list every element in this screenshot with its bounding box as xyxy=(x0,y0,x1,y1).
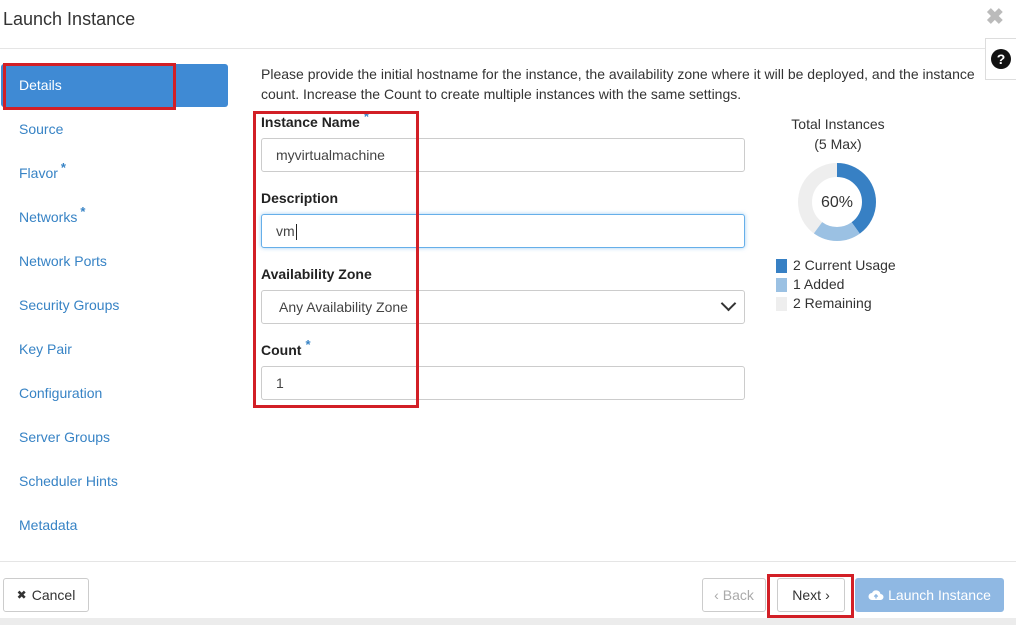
close-icon[interactable]: ✖ xyxy=(986,4,1004,30)
sidebar-item-label: Metadata xyxy=(19,517,78,533)
legend-label: 2 Remaining xyxy=(793,295,872,311)
max-line: (5 Max) xyxy=(814,136,862,152)
next-button[interactable]: Next › xyxy=(777,578,845,612)
chevron-left-icon: ‹ xyxy=(714,587,719,603)
required-asterisk: * xyxy=(80,204,86,219)
description-label: Description xyxy=(261,190,339,206)
required-asterisk: * xyxy=(60,160,66,175)
instances-donut-chart: 60% xyxy=(798,163,876,241)
sidebar-item-label: Details xyxy=(19,77,62,93)
button-label: Next xyxy=(792,587,822,603)
legend-label: 2 Current Usage xyxy=(793,257,896,273)
description-input[interactable]: vm xyxy=(261,214,745,248)
legend-swatch xyxy=(776,277,787,292)
chevron-right-icon: › xyxy=(825,587,830,603)
close-icon: ✖ xyxy=(16,588,27,602)
input-value: myvirtualmachine xyxy=(276,147,385,163)
wizard-sidebar: Details Source Flavor * Networks * Network… xyxy=(0,64,230,547)
input-value: vm xyxy=(276,223,295,239)
button-label: Launch Instance xyxy=(888,587,991,603)
back-button[interactable]: ‹ Back xyxy=(702,578,766,612)
launch-instance-button[interactable]: Launch Instance xyxy=(855,578,1004,612)
modal-header: Launch Instance ✖ xyxy=(0,0,1016,49)
sidebar-item-label: Scheduler Hints xyxy=(19,473,118,489)
required-asterisk: * xyxy=(305,337,311,352)
text-caret xyxy=(295,224,297,241)
sidebar-item-label: Server Groups xyxy=(19,429,111,445)
sidebar-item-label: Configuration xyxy=(19,385,103,401)
sidebar-item-label: Network Ports xyxy=(19,253,107,269)
sidebar-item-metadata[interactable]: Metadata xyxy=(0,503,230,547)
legend-item: 1 Added xyxy=(776,275,896,294)
instance-name-input[interactable]: myvirtualmachine xyxy=(261,138,745,172)
intro-text: Please provide the initial hostname for … xyxy=(261,66,975,102)
select-value: Any Availability Zone xyxy=(279,299,408,315)
legend-label: 1 Added xyxy=(793,276,845,292)
sidebar-item-network-ports[interactable]: Network Ports xyxy=(0,239,230,283)
sidebar-item-source[interactable]: Source xyxy=(0,107,230,151)
bottom-strip xyxy=(0,618,1016,625)
legend-item: 2 Remaining xyxy=(776,294,896,313)
required-asterisk: * xyxy=(363,109,369,124)
sidebar-item-server-groups[interactable]: Server Groups xyxy=(0,415,230,459)
sidebar-item-security-groups[interactable]: Security Groups xyxy=(0,283,230,327)
input-value: 1 xyxy=(276,375,284,391)
sidebar-item-label: Source xyxy=(19,121,64,137)
instance-name-label: Instance Name * xyxy=(261,109,369,130)
sidebar-item-flavor[interactable]: Flavor * xyxy=(0,151,230,195)
label-text: Instance Name xyxy=(261,114,360,130)
question-icon: ? xyxy=(991,49,1011,69)
cloud-upload-icon xyxy=(868,590,884,600)
sidebar-item-label: Security Groups xyxy=(19,297,120,313)
sidebar-item-label: Flavor xyxy=(19,165,58,181)
sidebar-item-label: Key Pair xyxy=(19,341,72,357)
count-label: Count * xyxy=(261,337,311,358)
total-instances-title: Total Instances (5 Max) xyxy=(776,114,900,154)
chevron-down-icon xyxy=(720,295,737,312)
button-label: Back xyxy=(722,587,754,603)
availability-zone-select[interactable]: Any Availability Zone xyxy=(261,290,745,324)
sidebar-item-details[interactable]: Details xyxy=(1,64,228,107)
label-text: Count xyxy=(261,342,302,358)
cancel-button[interactable]: ✖ Cancel xyxy=(3,578,89,612)
details-panel: Please provide the initial hostname for … xyxy=(261,64,991,104)
modal-title: Launch Instance xyxy=(3,9,136,29)
sidebar-item-label: Networks xyxy=(19,209,78,225)
legend-swatch xyxy=(776,296,787,311)
sidebar-item-configuration[interactable]: Configuration xyxy=(0,371,230,415)
sidebar-item-networks[interactable]: Networks * xyxy=(0,195,230,239)
sidebar-item-key-pair[interactable]: Key Pair xyxy=(0,327,230,371)
donut-percent-label: 60% xyxy=(821,194,853,211)
legend-swatch xyxy=(776,258,787,273)
legend-item: 2 Current Usage xyxy=(776,256,896,275)
title-line: Total Instances xyxy=(791,116,885,132)
availability-zone-label: Availability Zone xyxy=(261,266,372,282)
sidebar-item-scheduler-hints[interactable]: Scheduler Hints xyxy=(0,459,230,503)
donut-legend: 2 Current Usage 1 Added 2 Remaining xyxy=(776,256,896,313)
button-label: Cancel xyxy=(31,587,76,603)
count-input[interactable]: 1 xyxy=(261,366,745,400)
